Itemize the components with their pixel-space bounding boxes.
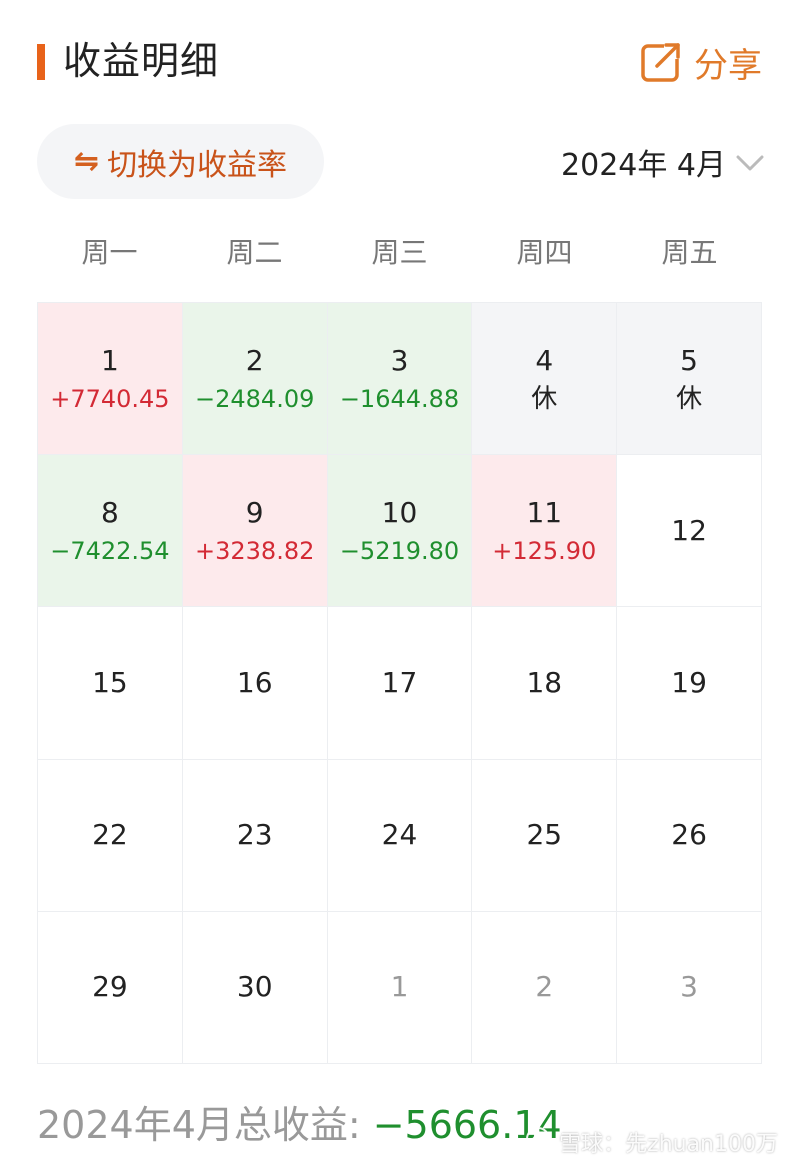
snowball-logo-icon: [525, 1126, 551, 1158]
calendar-day-cell[interactable]: 3 −1644.88: [327, 303, 473, 456]
calendar-day-cell[interactable]: 30: [182, 911, 328, 1064]
switch-to-yield-rate-label: 切换为收益率: [107, 147, 288, 183]
daily-profit-value: −2484.09: [195, 384, 315, 413]
calendar-day-number: 17: [381, 665, 418, 699]
daily-profit-value: +3238.82: [195, 536, 315, 565]
calendar-day-cell[interactable]: 23: [182, 759, 328, 912]
calendar-day-next-month: 3: [617, 911, 762, 1064]
calendar-day-number: 23: [236, 818, 273, 852]
calendar-day-cell[interactable]: 11 +125.90: [472, 455, 618, 608]
page-title: 收益明细: [63, 39, 220, 83]
daily-profit-value: +7740.45: [50, 384, 170, 413]
watermark: 雪球：先zhuan100万: [525, 1126, 778, 1158]
calendar-day-number: 1: [390, 970, 409, 1004]
calendar-day-number: 25: [526, 818, 563, 852]
share-button[interactable]: 分享: [640, 38, 762, 86]
share-icon: [640, 41, 682, 83]
calendar-day-number: 16: [236, 665, 273, 699]
calendar-day-cell[interactable]: 24: [327, 759, 473, 912]
header: 收益明细 分享: [0, 0, 800, 120]
calendar-day-number: 26: [671, 818, 707, 852]
calendar-day-cell[interactable]: 2 −2484.09: [182, 303, 328, 456]
calendar-day-number: 4: [535, 343, 554, 377]
weekday-label: 周三: [371, 236, 428, 269]
calendar-day-number: 15: [92, 665, 128, 699]
market-closed-label: 休: [531, 383, 558, 414]
swap-arrows-icon: ⇋: [73, 144, 100, 179]
calendar-day-number: 1: [100, 343, 119, 377]
share-label: 分享: [694, 45, 762, 86]
switch-to-yield-rate-button[interactable]: ⇋ 切换为收益率: [37, 124, 324, 199]
calendar-day-cell[interactable]: 5休: [617, 303, 762, 456]
calendar-day-cell[interactable]: 10 −5219.80: [327, 455, 473, 608]
calendar-day-cell[interactable]: 29: [38, 911, 183, 1064]
weekday-label: 周五: [661, 236, 718, 269]
calendar-grid: 1 +7740.45 2 −2484.09 3 −1644.88 4 休 5 休 8 −7422.54…: [37, 302, 762, 1064]
month-picker[interactable]: 2024年 4月: [561, 140, 764, 184]
calendar-day-cell[interactable]: 4休: [472, 303, 618, 456]
calendar-day-cell[interactable]: 8 −7422.54: [38, 455, 183, 608]
calendar-day-number: 5: [680, 343, 698, 377]
market-closed-label: 休: [676, 383, 703, 414]
calendar-day-cell[interactable]: 26: [617, 759, 762, 912]
calendar-day-number: 2: [535, 970, 554, 1004]
weekday-header: 周一 周二 周三 周四 周五: [37, 228, 762, 278]
daily-profit-value: +125.90: [492, 536, 597, 565]
calendar-day-number: 3: [390, 343, 409, 377]
weekday-label: 周四: [516, 236, 573, 269]
watermark-text: 雪球：先zhuan100万: [559, 1132, 778, 1157]
calendar-day-number: 12: [671, 513, 707, 547]
calendar-day-number: 29: [92, 970, 128, 1004]
daily-profit-value: −5219.80: [339, 536, 460, 565]
chevron-down-icon: [736, 145, 764, 180]
calendar-day-cell[interactable]: 15: [38, 607, 183, 760]
monthly-total: 2024年4月总收益: −5666.14: [37, 1098, 562, 1152]
month-picker-label: 2024年 4月: [561, 148, 726, 183]
calendar-day-number: 30: [236, 970, 273, 1004]
calendar-day-number: 19: [671, 665, 707, 699]
calendar-day-next-month: 2: [472, 911, 618, 1064]
calendar-day-number: 18: [526, 665, 563, 699]
calendar-day-cell[interactable]: 16: [182, 607, 328, 760]
calendar-day-number: 10: [381, 495, 418, 529]
calendar-day-cell[interactable]: 19: [617, 607, 762, 760]
calendar-day-cell[interactable]: 25: [472, 759, 618, 912]
monthly-total-label: 2024年4月总收益:: [37, 1103, 361, 1147]
calendar-day-cell[interactable]: 22: [38, 759, 183, 912]
calendar-day-number: 3: [680, 970, 698, 1004]
calendar-day-cell[interactable]: 17: [327, 607, 473, 760]
weekday-label: 周一: [81, 236, 138, 269]
calendar-day-cell[interactable]: 1 +7740.45: [38, 303, 183, 456]
calendar-day-number: 8: [100, 495, 119, 529]
calendar-day-cell[interactable]: 12: [617, 455, 762, 608]
calendar-day-next-month: 1: [327, 911, 473, 1064]
calendar-day-number: 11: [526, 495, 563, 529]
daily-profit-value: −7422.54: [50, 536, 170, 565]
calendar-day-cell[interactable]: 9 +3238.82: [182, 455, 328, 608]
calendar-day-number: 22: [92, 818, 128, 852]
title-accent-bar: [37, 44, 45, 80]
daily-profit-value: −1644.88: [339, 384, 460, 413]
weekday-label: 周二: [226, 236, 283, 269]
calendar-day-number: 24: [381, 818, 418, 852]
calendar-day-number: 2: [245, 343, 264, 377]
calendar-day-number: 9: [245, 495, 264, 529]
calendar-day-cell[interactable]: 18: [472, 607, 618, 760]
